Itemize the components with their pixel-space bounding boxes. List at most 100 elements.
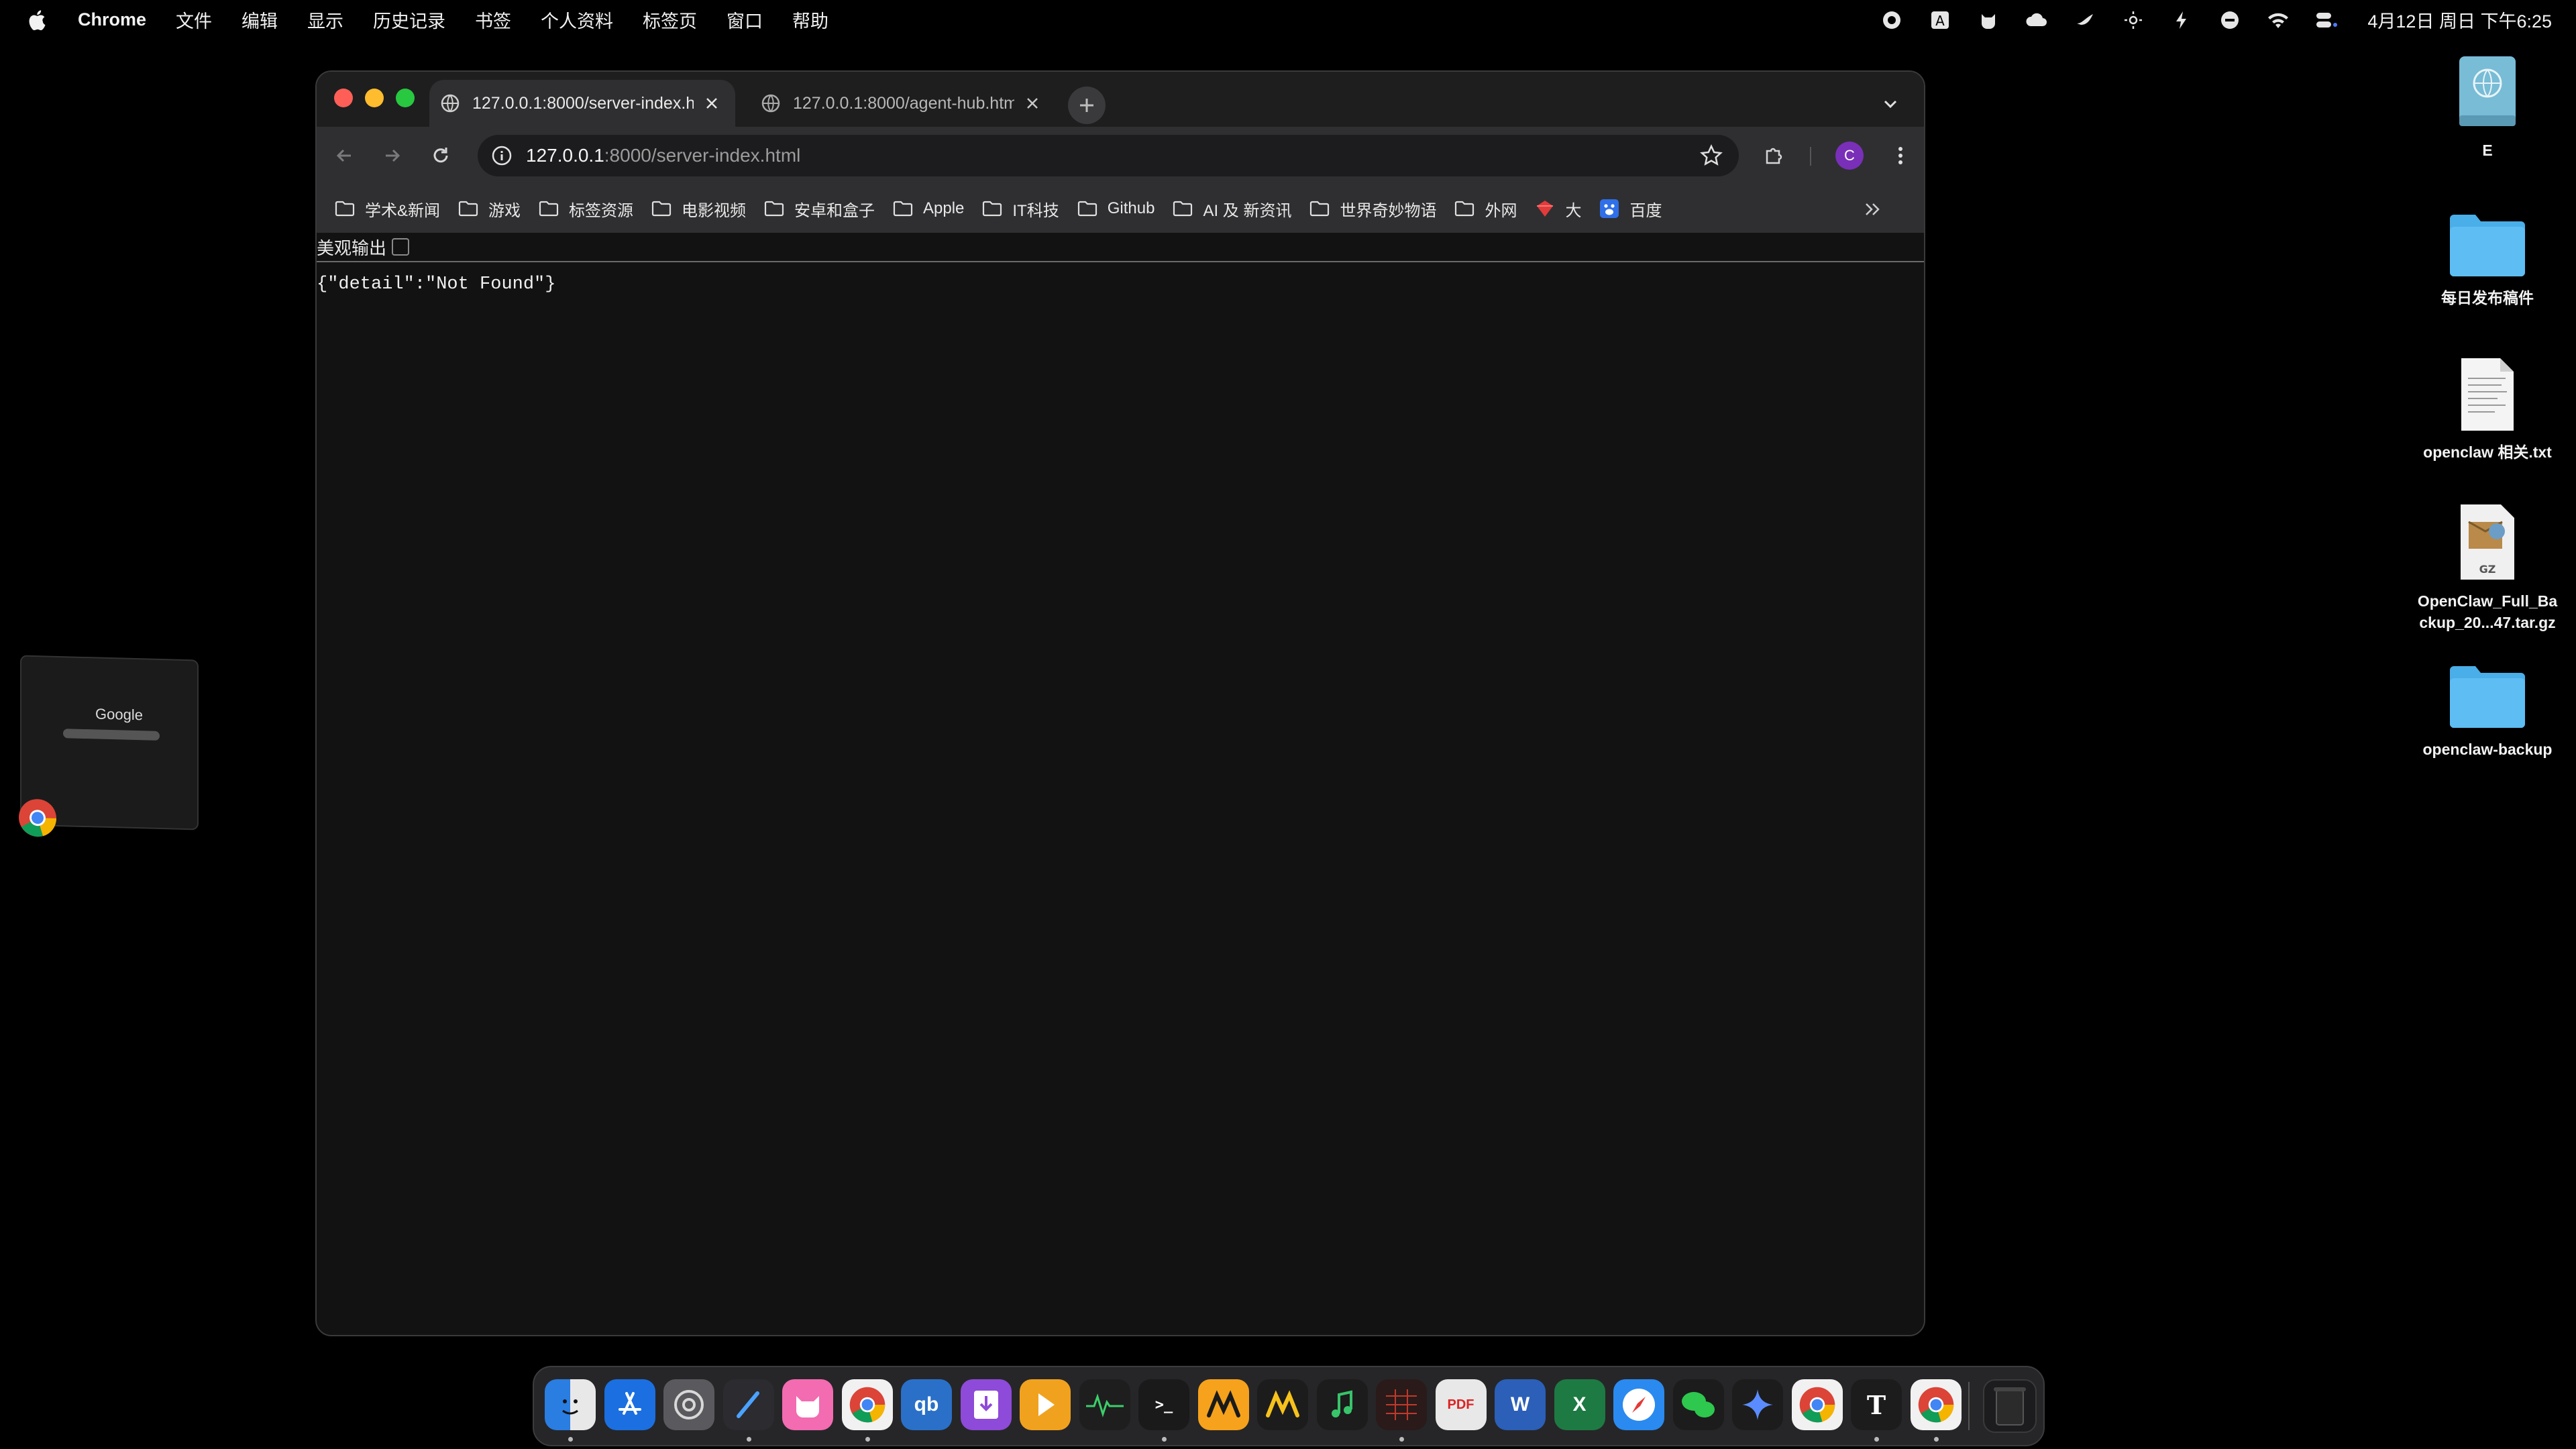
finder-icon[interactable] bbox=[545, 1379, 596, 1430]
new-tab-button[interactable] bbox=[1068, 87, 1106, 124]
downloader-icon[interactable] bbox=[960, 1379, 1012, 1430]
bookmark-item[interactable]: 电影视频 bbox=[651, 197, 746, 221]
wifi-icon[interactable] bbox=[2267, 9, 2290, 32]
window-minimize-button[interactable] bbox=[365, 89, 384, 107]
folder-icon bbox=[764, 201, 784, 217]
profile-avatar[interactable]: C bbox=[1835, 142, 1864, 170]
folder-icon bbox=[458, 201, 478, 217]
menu-file[interactable]: 文件 bbox=[176, 7, 212, 33]
bookmark-item[interactable]: Apple bbox=[892, 199, 964, 218]
brightness-icon[interactable] bbox=[2122, 9, 2145, 32]
tab-server-index[interactable]: 127.0.0.1:8000/server-index.html bbox=[429, 80, 735, 127]
json-response: {"detail":"Not Found"} bbox=[317, 274, 556, 294]
word-icon[interactable]: W bbox=[1495, 1379, 1546, 1430]
gemini-icon[interactable] bbox=[1732, 1379, 1783, 1430]
menu-tab[interactable]: 标签页 bbox=[643, 7, 697, 33]
trash-icon[interactable] bbox=[1983, 1379, 2037, 1433]
more-bookmarks-icon[interactable] bbox=[1861, 198, 1884, 221]
stage-manager-thumbnail[interactable]: Google bbox=[19, 655, 199, 837]
menu-help[interactable]: 帮助 bbox=[792, 7, 828, 33]
desktop-drive-e[interactable]: E bbox=[2400, 54, 2575, 161]
typora-icon[interactable]: T bbox=[1851, 1379, 1902, 1430]
bookmark-item[interactable]: Github bbox=[1077, 199, 1155, 218]
bookmark-item[interactable]: 游戏 bbox=[458, 197, 521, 221]
apple-logo-icon[interactable] bbox=[27, 9, 50, 32]
bookmark-item[interactable]: 外网 bbox=[1454, 197, 1517, 221]
control-center-icon[interactable] bbox=[2315, 9, 2338, 32]
window-close-button[interactable] bbox=[334, 89, 353, 107]
cloud-status-icon[interactable] bbox=[2025, 9, 2048, 32]
url-path: :8000/server-index.html bbox=[604, 145, 801, 166]
bookmark-item[interactable]: AI 及 新资讯 bbox=[1172, 197, 1291, 221]
reload-button[interactable] bbox=[425, 140, 456, 171]
bookmark-label: Github bbox=[1107, 199, 1155, 217]
address-bar[interactable]: 127.0.0.1:8000/server-index.html bbox=[478, 135, 1739, 176]
app-store-icon[interactable] bbox=[604, 1379, 655, 1430]
desktop-file-openclaw-backup-archive[interactable]: GZ OpenClaw_Full_Ba ckup_20...47.tar.gz bbox=[2400, 502, 2575, 633]
excel-icon[interactable]: X bbox=[1554, 1379, 1605, 1430]
bookmark-item[interactable]: IT科技 bbox=[981, 197, 1059, 221]
menu-clock[interactable]: 4月12日 周日 下午6:25 bbox=[2367, 7, 2552, 33]
desktop-file-openclaw-txt[interactable]: openclaw 相关.txt bbox=[2400, 356, 2575, 463]
menu-profiles[interactable]: 个人资料 bbox=[541, 7, 613, 33]
close-tab-icon[interactable] bbox=[1024, 95, 1041, 112]
desktop-folder-daily[interactable]: 每日发布稿件 bbox=[2400, 209, 2575, 309]
safari-icon[interactable] bbox=[1613, 1379, 1664, 1430]
folder-icon bbox=[2450, 666, 2525, 728]
pdf-icon[interactable]: PDF bbox=[1435, 1379, 1487, 1430]
back-button[interactable] bbox=[329, 140, 360, 171]
chrome-icon-2[interactable] bbox=[1791, 1379, 1843, 1430]
cat-app-icon[interactable] bbox=[782, 1379, 833, 1430]
xcode-icon[interactable] bbox=[722, 1379, 774, 1430]
globe-icon bbox=[761, 94, 780, 113]
system-settings-icon[interactable] bbox=[663, 1379, 714, 1430]
pretty-print-checkbox[interactable] bbox=[392, 238, 410, 256]
desktop-folder-openclaw-backup[interactable]: openclaw-backup bbox=[2400, 661, 2575, 760]
window-maximize-button[interactable] bbox=[396, 89, 415, 107]
bookmark-item[interactable]: 世界奇妙物语 bbox=[1309, 197, 1436, 221]
infuse-icon[interactable] bbox=[1020, 1379, 1071, 1430]
terminal-icon[interactable]: >_ bbox=[1138, 1379, 1189, 1430]
tab-search-button[interactable] bbox=[1874, 88, 1907, 120]
menu-window[interactable]: 窗口 bbox=[727, 7, 763, 33]
running-indicator bbox=[1874, 1437, 1879, 1442]
bookmark-item[interactable]: 百度 bbox=[1599, 197, 1662, 221]
vpn-status-icon[interactable] bbox=[1880, 9, 1903, 32]
toolbar-separator bbox=[1810, 147, 1811, 166]
menu-bookmarks[interactable]: 书签 bbox=[475, 7, 511, 33]
app-name[interactable]: Chrome bbox=[78, 9, 146, 30]
activity-monitor-icon[interactable] bbox=[1079, 1379, 1130, 1430]
menu-edit[interactable]: 编辑 bbox=[241, 7, 278, 33]
wechat-icon[interactable] bbox=[1672, 1379, 1724, 1430]
chrome-menu-button[interactable] bbox=[1885, 140, 1916, 171]
menu-view[interactable]: 显示 bbox=[307, 7, 343, 33]
desktop-label-line2: ckup_20...47.tar.gz bbox=[2419, 614, 2556, 631]
chrome-icon-3[interactable] bbox=[1910, 1379, 1962, 1430]
notes-m-icon[interactable] bbox=[1197, 1379, 1249, 1430]
m-app-icon[interactable] bbox=[1257, 1379, 1308, 1430]
bookmark-label: AI 及 新资讯 bbox=[1203, 201, 1292, 220]
bird-status-icon[interactable] bbox=[2074, 9, 2096, 32]
bookmark-star-icon[interactable] bbox=[1700, 144, 1723, 167]
tab-agent-hub[interactable]: 127.0.0.1:8000/agent-hub.html bbox=[750, 80, 1056, 127]
url-host: 127.0.0.1 bbox=[526, 145, 604, 166]
input-method-icon[interactable]: A bbox=[1929, 9, 1951, 32]
ifly-icon[interactable] bbox=[2218, 9, 2241, 32]
close-tab-icon[interactable] bbox=[703, 95, 720, 112]
running-indicator bbox=[746, 1437, 751, 1442]
bookmark-item[interactable]: 学术&新闻 bbox=[334, 197, 440, 221]
bookmark-item[interactable]: 大 bbox=[1534, 197, 1581, 221]
folder-icon bbox=[893, 201, 913, 217]
grid-app-icon[interactable] bbox=[1376, 1379, 1427, 1430]
bookmark-item[interactable]: 安卓和盒子 bbox=[763, 197, 875, 221]
music-icon[interactable] bbox=[1316, 1379, 1368, 1430]
menu-history[interactable]: 历史记录 bbox=[373, 7, 445, 33]
forward-button[interactable] bbox=[377, 140, 408, 171]
chrome-icon[interactable] bbox=[841, 1379, 893, 1430]
battery-charge-icon[interactable] bbox=[2170, 9, 2193, 32]
extensions-button[interactable] bbox=[1759, 140, 1790, 171]
site-info-icon[interactable] bbox=[491, 145, 513, 166]
qbittorrent-icon[interactable]: qb bbox=[901, 1379, 952, 1430]
cat-status-icon[interactable] bbox=[1977, 9, 2000, 32]
bookmark-item[interactable]: 标签资源 bbox=[538, 197, 633, 221]
